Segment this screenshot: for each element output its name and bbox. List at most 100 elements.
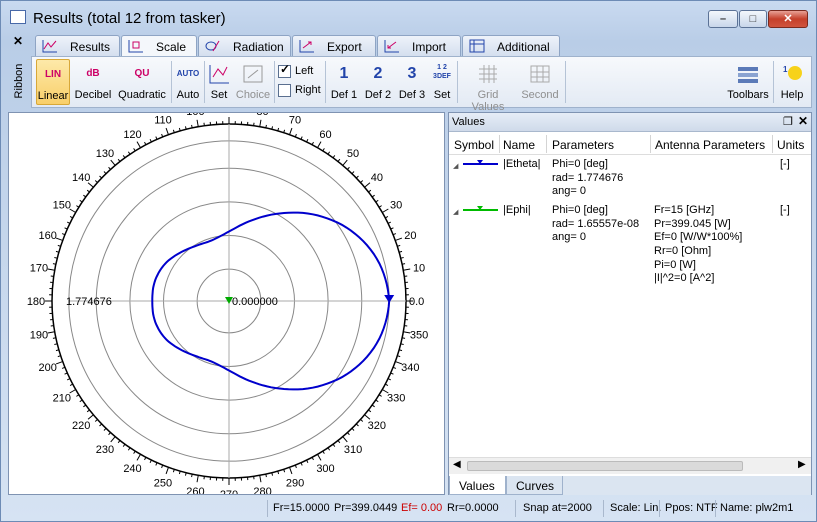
minimize-button[interactable]: – bbox=[708, 10, 738, 28]
tick-mark bbox=[196, 475, 199, 483]
pin-icon[interactable]: ❐ bbox=[783, 115, 793, 128]
ribbon-toolbar: LIN Linear dB Decibel QU Quadratic AUTO … bbox=[31, 56, 812, 113]
angle-label: 270 bbox=[220, 489, 238, 494]
tab-import[interactable]: Import bbox=[377, 35, 461, 57]
polar-plot[interactable]: 10 20 30 40 50 60 70 80 90 100 110 120 130 140 150 160 1… bbox=[8, 112, 445, 495]
angle-label: 180 bbox=[27, 296, 45, 308]
tick-mark bbox=[117, 158, 121, 162]
choice-label: Choice bbox=[235, 89, 271, 101]
angle-label: 230 bbox=[96, 444, 114, 456]
tab-additional[interactable]: Additional bbox=[462, 35, 560, 57]
tick-mark bbox=[108, 166, 111, 170]
tick-mark bbox=[117, 440, 121, 444]
tick-mark bbox=[289, 467, 293, 475]
tab-export[interactable]: Export bbox=[292, 35, 376, 57]
tick-mark bbox=[385, 383, 389, 386]
tick-mark bbox=[127, 447, 131, 451]
tick-mark bbox=[332, 155, 336, 159]
tick-mark bbox=[79, 399, 83, 403]
tick-mark bbox=[360, 180, 364, 183]
tick-mark bbox=[133, 148, 136, 152]
auto-button[interactable]: AUTO Auto bbox=[174, 59, 202, 105]
toolbars-label: Toolbars bbox=[727, 89, 769, 101]
tick-mark bbox=[103, 427, 107, 431]
angle-label: 120 bbox=[123, 129, 141, 141]
column-antenna-parameters[interactable]: Antenna Parameters bbox=[655, 138, 765, 152]
linear-button[interactable]: LIN Linear bbox=[36, 59, 70, 105]
tick-mark bbox=[317, 141, 322, 148]
scroll-right-icon[interactable]: ▶ bbox=[798, 459, 806, 470]
def3-label: Def 3 bbox=[398, 89, 426, 101]
decibel-button[interactable]: dB Decibel bbox=[72, 59, 114, 105]
def1-label: Def 1 bbox=[330, 89, 358, 101]
angle-label: 160 bbox=[38, 230, 56, 242]
column-units[interactable]: Units bbox=[777, 138, 804, 152]
def2-button[interactable]: 2 Def 2 bbox=[362, 59, 394, 105]
choice-button[interactable]: Choice bbox=[234, 59, 272, 105]
separator bbox=[204, 61, 205, 103]
tick-mark bbox=[347, 166, 350, 170]
column-symbol[interactable]: Symbol bbox=[454, 138, 494, 152]
second-button[interactable]: Second bbox=[518, 59, 562, 105]
tab-scale[interactable]: Scale bbox=[121, 35, 197, 58]
tick-mark bbox=[76, 394, 80, 397]
tab-values[interactable]: Values bbox=[449, 476, 506, 495]
set-defaults-button[interactable]: 1 2 3DEF Set bbox=[430, 59, 454, 105]
tab-curves[interactable]: Curves bbox=[506, 476, 563, 495]
column-parameters[interactable]: Parameters bbox=[552, 138, 614, 152]
tab-label: Scale bbox=[156, 40, 187, 54]
separator bbox=[773, 61, 774, 103]
tick-mark bbox=[271, 126, 274, 130]
tick-mark bbox=[382, 208, 389, 213]
def1-button[interactable]: 1 Def 1 bbox=[328, 59, 360, 105]
polar-chart[interactable]: 10 20 30 40 50 60 70 80 90 100 110 120 130 140 150 160 1… bbox=[9, 113, 444, 494]
ribbon-side: ✕ Ribbon bbox=[8, 33, 30, 107]
ribbon-close-icon[interactable]: ✕ bbox=[13, 34, 23, 48]
grid-values-button[interactable]: Grid Values bbox=[460, 59, 516, 113]
tick-mark bbox=[311, 141, 314, 145]
tick-mark bbox=[371, 404, 375, 408]
angle-label: 290 bbox=[286, 477, 304, 489]
tick-mark bbox=[306, 138, 309, 143]
tick-mark bbox=[69, 383, 73, 386]
tab-results[interactable]: Results bbox=[35, 35, 120, 57]
set-button[interactable]: Set bbox=[206, 59, 232, 105]
angle-label: 40 bbox=[371, 172, 383, 184]
help-button[interactable]: 1 Help bbox=[776, 59, 808, 105]
tick-mark bbox=[322, 450, 325, 454]
row-units: [-] bbox=[780, 158, 790, 170]
tab-radiation[interactable]: Radiation bbox=[198, 35, 291, 57]
tick-mark bbox=[371, 194, 375, 198]
horizontal-scrollbar[interactable]: ◀ ▶ bbox=[449, 457, 811, 474]
tick-mark bbox=[83, 404, 87, 408]
separator bbox=[457, 61, 458, 103]
toolbars-button[interactable]: Toolbars bbox=[726, 59, 770, 105]
tick-mark bbox=[86, 409, 90, 413]
tick-mark bbox=[76, 205, 80, 208]
tick-mark bbox=[347, 432, 350, 436]
def3-button[interactable]: 3 Def 3 bbox=[396, 59, 428, 105]
auto-icon: AUTO bbox=[176, 69, 200, 78]
separator bbox=[274, 61, 275, 103]
status-name: Name: plw2m1 bbox=[720, 502, 794, 514]
tick-mark bbox=[110, 159, 116, 166]
second-label: Second bbox=[521, 89, 559, 101]
close-button[interactable]: ✕ bbox=[768, 10, 808, 28]
panel-close-icon[interactable]: ✕ bbox=[798, 114, 808, 128]
column-name[interactable]: Name bbox=[503, 138, 535, 152]
tick-mark bbox=[155, 462, 158, 466]
tick-mark bbox=[400, 343, 404, 346]
tick-mark bbox=[265, 474, 267, 478]
angle-label: 70 bbox=[289, 115, 301, 127]
scroll-left-icon[interactable]: ◀ bbox=[453, 459, 461, 470]
scrollbar-thumb[interactable] bbox=[467, 461, 743, 471]
tick-mark bbox=[317, 454, 322, 461]
tick-mark bbox=[351, 427, 355, 431]
tick-mark bbox=[55, 237, 63, 241]
angle-label: 220 bbox=[72, 420, 90, 432]
ephi-symbol: ◢ bbox=[453, 206, 498, 216]
maximize-button[interactable]: □ bbox=[739, 10, 767, 28]
quadratic-button[interactable]: QU Quadratic bbox=[116, 59, 168, 105]
tick-mark bbox=[360, 419, 364, 422]
tick-mark bbox=[54, 256, 58, 259]
